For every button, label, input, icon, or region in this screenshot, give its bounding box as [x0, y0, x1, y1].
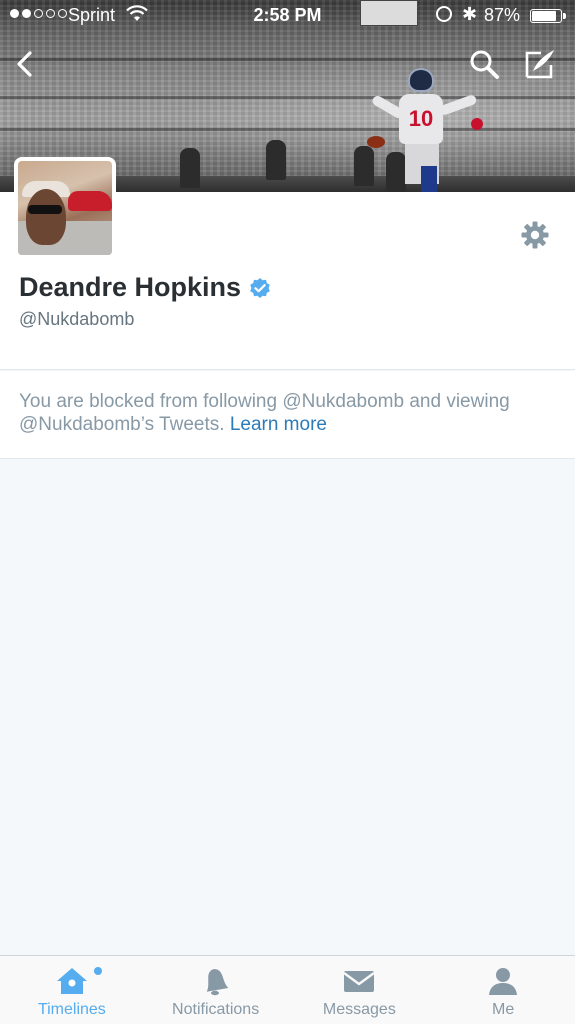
search-icon: [470, 50, 499, 79]
tab-timelines-label: Timelines: [37, 1001, 106, 1018]
profile-name-row: Deandre Hopkins: [19, 272, 271, 303]
tab-me-label: Me: [492, 1001, 515, 1018]
timelines-unread-dot: [94, 967, 102, 975]
gear-icon: [521, 221, 549, 249]
rotation-lock-icon: [436, 6, 452, 22]
background-player: [266, 140, 286, 180]
person-icon: [489, 968, 518, 995]
settings-button[interactable]: [520, 220, 550, 250]
home-icon: [56, 968, 87, 994]
status-bar: Sprint 2:58 PM ✱ 87%: [0, 0, 575, 32]
compose-icon: [525, 50, 554, 79]
battery-icon: [530, 9, 566, 23]
tab-me[interactable]: Me: [431, 956, 575, 1024]
background-player: [180, 148, 200, 188]
back-button[interactable]: [6, 46, 42, 82]
avatar[interactable]: [14, 157, 116, 259]
bluetooth-icon: ✱: [462, 4, 478, 24]
chevron-left-icon: [17, 51, 32, 77]
bell-icon: [206, 969, 229, 996]
tab-messages-label: Messages: [322, 1001, 396, 1018]
blocked-notice: You are blocked from following @Nukdabom…: [0, 371, 575, 459]
tab-notifications-label: Notifications: [172, 1001, 260, 1018]
tab-notifications[interactable]: Notifications: [144, 956, 288, 1024]
battery-percent: 87%: [484, 5, 521, 25]
profile-name: Deandre Hopkins: [19, 272, 242, 302]
search-button[interactable]: [466, 46, 502, 82]
jersey-number: 10: [408, 106, 434, 131]
learn-more-link[interactable]: Learn more: [230, 414, 327, 435]
tab-bar: Timelines Notifications Messages Me: [0, 955, 575, 1024]
envelope-icon: [343, 971, 376, 992]
tab-messages[interactable]: Messages: [288, 956, 432, 1024]
stadium-detail: [0, 96, 575, 99]
profile-handle: @Nukdabomb: [19, 309, 135, 329]
stadium-detail: [0, 128, 575, 131]
tab-timelines[interactable]: Timelines: [0, 956, 144, 1024]
verified-badge-icon: [250, 277, 270, 298]
compose-button[interactable]: [522, 46, 558, 82]
